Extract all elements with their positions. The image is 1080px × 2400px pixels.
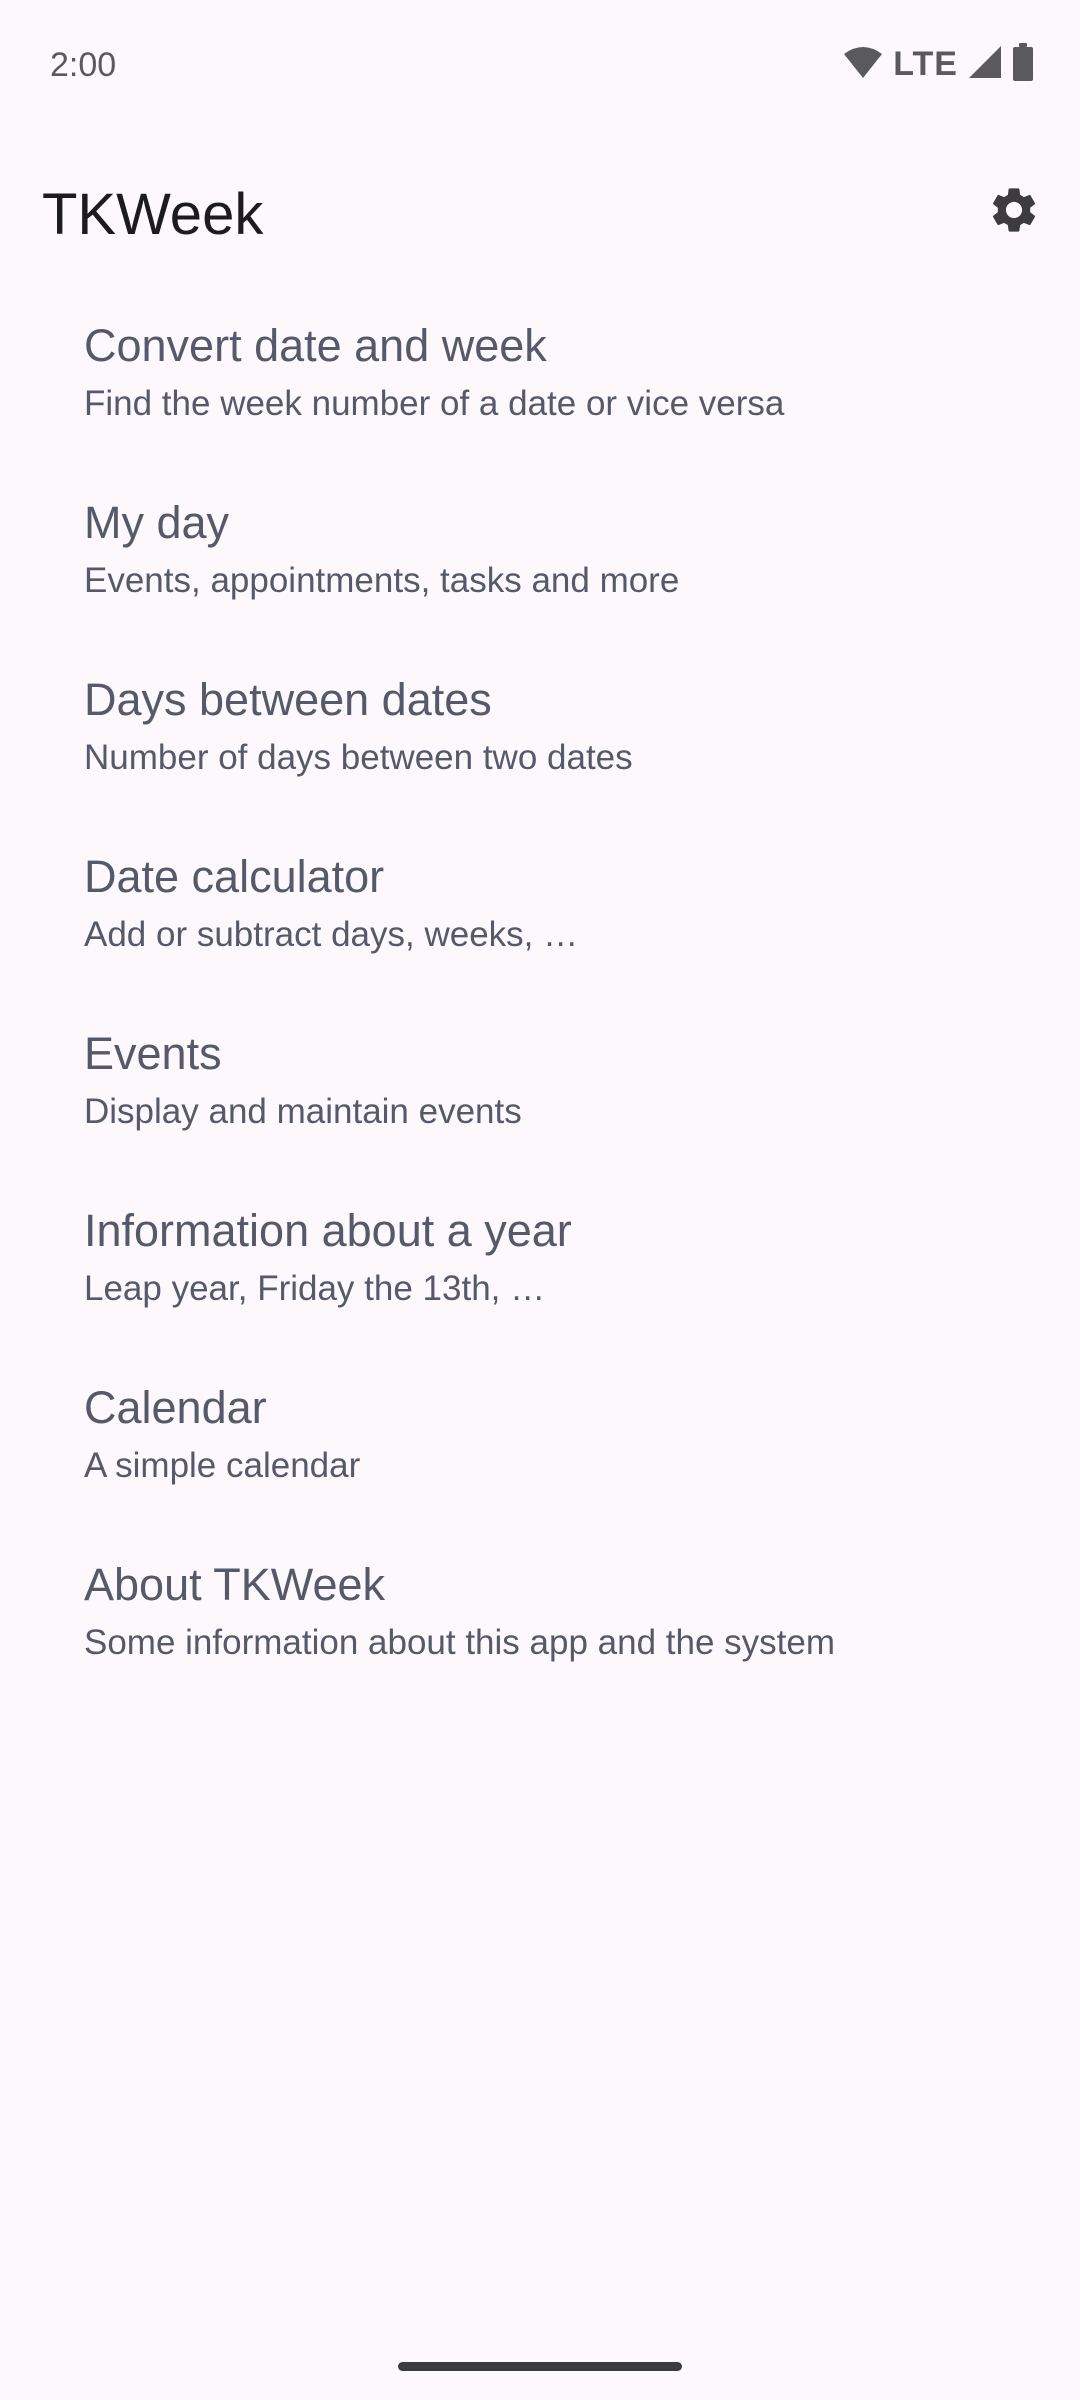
menu-item-title: Convert date and week xyxy=(84,320,547,371)
menu-item-subtitle: Leap year, Friday the 13th, … xyxy=(84,1269,546,1308)
menu-item-subtitle: Number of days between two dates xyxy=(84,738,633,777)
menu-item-title: Events xyxy=(84,1028,222,1079)
menu-item-title: My day xyxy=(84,497,230,548)
status-bar: 2:00 LTE xyxy=(0,0,1080,130)
menu-list: Convert date and week Find the week numb… xyxy=(0,300,1080,1716)
menu-item-title: Days between dates xyxy=(84,674,492,725)
menu-item-my-day[interactable]: My day Events, appointments, tasks and m… xyxy=(0,477,1080,654)
battery-icon xyxy=(1012,42,1034,86)
menu-item-calendar[interactable]: Calendar A simple calendar xyxy=(0,1362,1080,1539)
menu-item-about-tkweek[interactable]: About TKWeek Some information about this… xyxy=(0,1539,1080,1716)
network-type-label: LTE xyxy=(893,44,958,83)
status-icons: LTE xyxy=(843,40,1034,88)
menu-item-subtitle: Display and maintain events xyxy=(84,1092,522,1131)
menu-item-subtitle: Add or subtract days, weeks, … xyxy=(84,915,579,954)
app-bar: TKWeek xyxy=(0,150,1080,280)
menu-item-title: About TKWeek xyxy=(84,1559,386,1610)
menu-item-information-about-a-year[interactable]: Information about a year Leap year, Frid… xyxy=(0,1185,1080,1362)
menu-item-events[interactable]: Events Display and maintain events xyxy=(0,1008,1080,1185)
menu-item-days-between-dates[interactable]: Days between dates Number of days betwee… xyxy=(0,654,1080,831)
status-time: 2:00 xyxy=(50,46,117,84)
signal-icon xyxy=(968,45,1002,84)
menu-item-title: Information about a year xyxy=(84,1205,572,1256)
gear-icon xyxy=(987,183,1041,242)
menu-item-title: Date calculator xyxy=(84,851,385,902)
app-title: TKWeek xyxy=(42,182,264,247)
menu-item-subtitle: A simple calendar xyxy=(84,1446,361,1485)
gesture-nav-handle[interactable] xyxy=(398,2362,682,2371)
menu-item-subtitle: Some information about this app and the … xyxy=(84,1623,835,1662)
menu-item-date-calculator[interactable]: Date calculator Add or subtract days, we… xyxy=(0,831,1080,1008)
settings-button[interactable] xyxy=(976,174,1052,250)
menu-item-convert-date-and-week[interactable]: Convert date and week Find the week numb… xyxy=(0,300,1080,477)
menu-item-title: Calendar xyxy=(84,1382,267,1433)
wifi-icon xyxy=(843,45,883,84)
menu-item-subtitle: Events, appointments, tasks and more xyxy=(84,561,680,600)
menu-item-subtitle: Find the week number of a date or vice v… xyxy=(84,384,785,423)
